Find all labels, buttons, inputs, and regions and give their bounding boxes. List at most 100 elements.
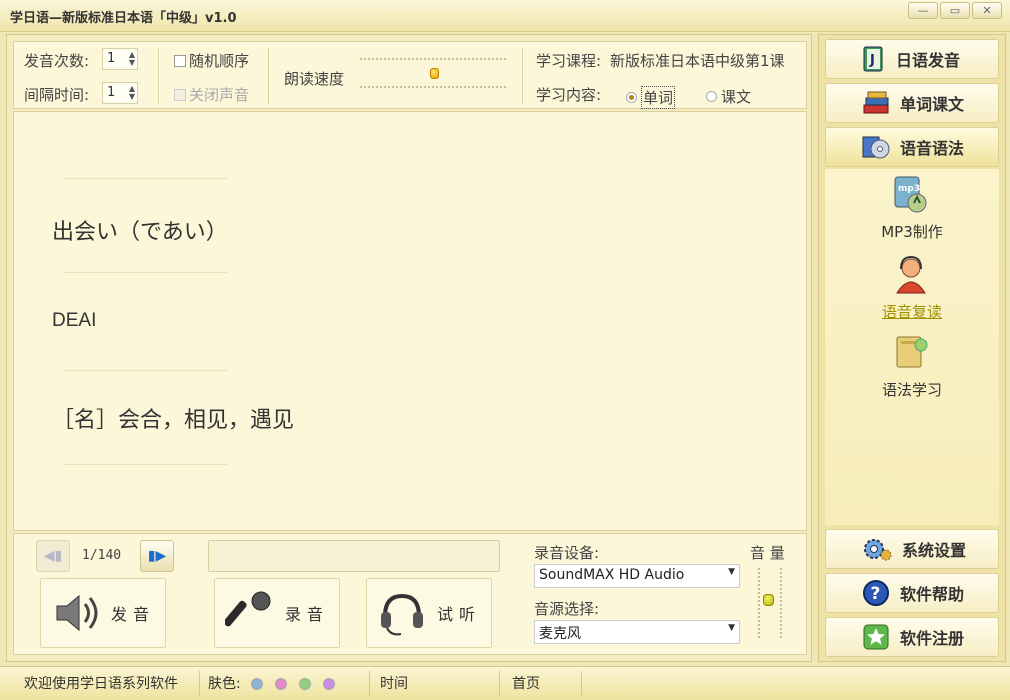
previous-icon: ◀▮: [43, 548, 63, 564]
interval-label: 间隔时间:: [24, 86, 90, 104]
radio-dot[interactable]: [626, 92, 637, 103]
skin-selector: 肤色:: [200, 671, 370, 697]
submenu-panel: mp3 MP3制作 语音复读 语法学习: [825, 169, 999, 525]
svg-text:J: J: [869, 53, 875, 68]
record-device-select[interactable]: SoundMAX HD Audio ▼: [534, 564, 740, 588]
mp3-icon[interactable]: mp3: [891, 175, 931, 215]
mute-checkbox[interactable]: 关闭声音: [174, 84, 249, 105]
speed-slider-thumb[interactable]: [430, 68, 439, 79]
content-label: 学习内容:: [536, 86, 602, 104]
source-label: 音源选择:: [534, 600, 600, 618]
books-icon: [863, 91, 889, 114]
random-order-checkbox[interactable]: 随机顺序: [174, 50, 249, 71]
play-button[interactable]: 发音: [40, 578, 166, 648]
course-value: 新版标准日本语中级第1课: [610, 52, 785, 70]
repeat-count-spinner[interactable]: 1 ▲ ▼: [102, 48, 138, 70]
nav-settings[interactable]: 系统设置: [825, 529, 999, 569]
grammar-book-icon[interactable]: [891, 333, 931, 373]
chevron-down-icon[interactable]: ▼: [728, 623, 735, 633]
interval-spinner[interactable]: 1 ▲ ▼: [102, 82, 138, 104]
headset-icon: [380, 593, 423, 636]
divider: [64, 272, 228, 273]
japanese-word: 出会い（であい）: [52, 220, 228, 245]
speed-slider[interactable]: [360, 58, 506, 88]
page-indicator: 1/140: [82, 548, 122, 563]
divider: [64, 370, 228, 371]
title-bar: 学日语—新版标准日本语「中级」v1.0 — ▭ ✕: [0, 0, 1010, 32]
submenu-voice-repeat[interactable]: 语音复读: [825, 301, 999, 322]
help-icon: ?: [863, 580, 889, 606]
word-card: 出会い（であい） DEAI ［名］会合，相见，遇见: [13, 111, 807, 531]
window-controls: — ▭ ✕: [908, 2, 1002, 19]
random-order-label: 随机顺序: [189, 52, 250, 70]
chinese-meaning: ［名］会合，相见，遇见: [52, 408, 295, 433]
interval-value: 1: [107, 85, 116, 100]
course-label: 学习课程:: [536, 52, 602, 70]
status-home: 首页［12］: [504, 671, 582, 697]
skin-swatch-2[interactable]: [275, 678, 288, 690]
microphone-icon: [224, 591, 271, 627]
next-button[interactable]: ▮▶: [140, 540, 174, 572]
audio-source-select[interactable]: 麦克风 ▼: [534, 620, 740, 644]
previous-button[interactable]: ◀▮: [36, 540, 70, 572]
divider: [64, 178, 228, 179]
window-title: 学日语—新版标准日本语「中级」v1.0: [10, 11, 237, 26]
slider-track: [360, 58, 506, 60]
nav-settings-label: 系统设置: [902, 541, 967, 560]
book-j-icon: J: [863, 46, 883, 72]
divider: [158, 48, 159, 104]
volume-slider-thumb[interactable]: [763, 594, 774, 606]
submenu-grammar[interactable]: 语法学习: [825, 379, 999, 400]
radio-text[interactable]: 课文: [706, 86, 751, 107]
submenu-mp3[interactable]: MP3制作: [825, 221, 999, 242]
svg-text:mp3: mp3: [898, 184, 920, 194]
nav-help-label: 软件帮助: [900, 585, 965, 604]
slider-track: [360, 86, 506, 88]
minimize-button[interactable]: —: [908, 2, 938, 19]
maximize-button[interactable]: ▭: [940, 2, 970, 19]
volume-label: 音 量: [750, 544, 785, 562]
nav-pronunciation-label: 日语发音: [896, 51, 961, 70]
skin-swatch-4[interactable]: [323, 678, 336, 690]
chevron-down-icon[interactable]: ▼: [728, 567, 735, 577]
slider-track: [758, 568, 760, 638]
record-device-value: SoundMAX HD Audio: [539, 567, 685, 583]
svg-text:?: ?: [871, 584, 881, 604]
register-star-icon: [863, 624, 889, 650]
checkbox-box[interactable]: [174, 54, 186, 67]
next-icon: ▮▶: [147, 548, 167, 564]
record-device-label: 录音设备:: [534, 544, 600, 562]
checkbox-box[interactable]: [174, 88, 186, 101]
skin-swatch-1[interactable]: [251, 678, 264, 690]
music-disc-icon: [862, 136, 890, 159]
spinner-arrows-icon[interactable]: ▲ ▼: [129, 51, 135, 67]
playback-progress: [208, 540, 500, 572]
skin-swatch-3[interactable]: [299, 678, 312, 690]
nav-register[interactable]: 软件注册: [825, 617, 999, 657]
volume-slider[interactable]: [752, 568, 788, 642]
close-button[interactable]: ✕: [972, 2, 1002, 19]
status-time: 时间［00:02:07］: [372, 671, 500, 697]
nav-pronunciation[interactable]: J 日语发音: [825, 39, 999, 79]
divider: [522, 48, 523, 104]
status-bar: 欢迎使用学日语系列软件 肤色: 时间［00:02:07］ 首页［12］: [0, 666, 1010, 700]
play-label: 发音: [110, 605, 155, 624]
spinner-arrows-icon[interactable]: ▲ ▼: [129, 85, 135, 101]
nav-vocab-text-label: 单词课文: [900, 95, 965, 114]
divider: [268, 48, 269, 104]
speed-label: 朗读速度: [284, 70, 345, 88]
radio-word[interactable]: 单词: [626, 86, 676, 109]
record-button[interactable]: 录音: [214, 578, 340, 648]
player-panel: ◀▮ 1/140 ▮▶ 发音 录音 试听 录音设备: SoundMAX HD A…: [13, 533, 807, 655]
listen-button[interactable]: 试听: [366, 578, 492, 648]
divider: [64, 464, 228, 465]
audio-source-value: 麦克风: [539, 626, 581, 642]
radio-dot[interactable]: [706, 91, 717, 102]
nav-vocab-text[interactable]: 单词课文: [825, 83, 999, 123]
nav-voice-grammar[interactable]: 语音语法: [825, 127, 999, 167]
listen-label: 试听: [436, 605, 481, 624]
nav-help[interactable]: ? 软件帮助: [825, 573, 999, 613]
mute-label: 关闭声音: [189, 86, 250, 104]
record-label: 录音: [284, 605, 329, 624]
user-headset-icon[interactable]: [891, 255, 931, 295]
